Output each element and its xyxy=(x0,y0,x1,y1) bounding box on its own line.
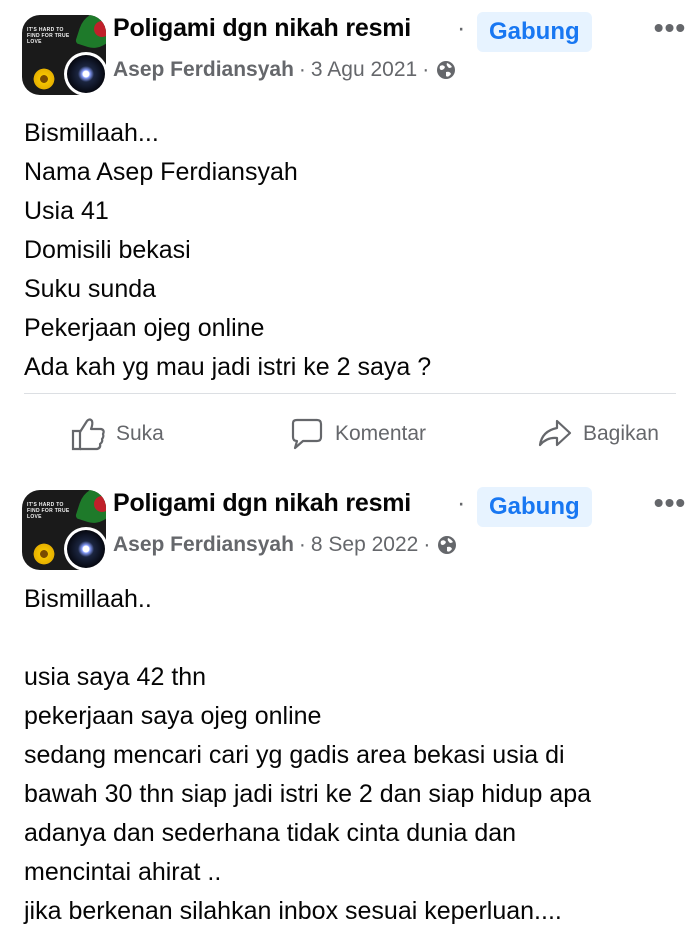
meta-separator: · xyxy=(423,533,431,556)
group-name-link[interactable]: Poligami dgn nikah resmi xyxy=(113,14,411,43)
post-line: Ada kah yg mau jadi istri ke 2 saya ? xyxy=(24,353,432,381)
post-meta: Asep Ferdiansyah · 3 Agu 2021 · xyxy=(113,58,456,82)
post-line: adanya dan sederhana tidak cinta dunia d… xyxy=(24,819,517,847)
flower-graphic xyxy=(32,67,56,91)
join-group-button[interactable]: Gabung xyxy=(477,487,592,527)
post-body: Bismillaah.. usia saya 42 thn pekerjaan … xyxy=(24,580,591,931)
separator-dot: · xyxy=(457,489,466,517)
post-line: Pekerjaan ojeg online xyxy=(24,314,265,342)
post-line: usia saya 42 thn xyxy=(24,663,207,691)
globe-icon xyxy=(437,535,457,555)
comment-button[interactable]: Komentar xyxy=(289,412,426,456)
flower-graphic xyxy=(32,542,56,566)
author-link[interactable]: Asep Ferdiansyah xyxy=(113,58,294,82)
more-options-button[interactable]: ••• xyxy=(648,483,692,523)
post-line: Domisili bekasi xyxy=(24,236,191,264)
thumbs-up-icon xyxy=(71,418,105,451)
rose-graphic xyxy=(94,21,106,37)
meta-separator: · xyxy=(298,533,306,556)
group-name-link[interactable]: Poligami dgn nikah resmi xyxy=(113,489,411,518)
share-icon xyxy=(538,419,572,447)
meta-separator: · xyxy=(422,58,430,81)
rose-graphic xyxy=(94,496,106,512)
author-link[interactable]: Asep Ferdiansyah xyxy=(113,533,294,557)
post-line: Bismillaah... xyxy=(24,119,159,147)
more-options-button[interactable]: ••• xyxy=(648,8,692,48)
post-line: Usia 41 xyxy=(24,197,109,225)
share-label: Bagikan xyxy=(583,422,659,445)
post-line: mencintai ahirat .. xyxy=(24,858,222,886)
post-line: sedang mencari cari yg gadis area bekasi… xyxy=(24,741,565,769)
comment-label: Komentar xyxy=(335,422,427,445)
post-line: pekerjaan saya ojeg online xyxy=(24,702,322,730)
group-avatar-text: IT'S HARD TO FIND FOR TRUE LOVE xyxy=(27,27,70,45)
post-meta: Asep Ferdiansyah · 8 Sep 2022 · xyxy=(113,533,457,557)
user-avatar[interactable] xyxy=(64,52,108,96)
post-card: IT'S HARD TO FIND FOR TRUE LOVE Poligami… xyxy=(0,0,700,451)
post-line: Nama Asep Ferdiansyah xyxy=(24,158,298,186)
post-date-link[interactable]: 3 Agu 2021 xyxy=(311,58,417,82)
post-body: Bismillaah... Nama Asep Ferdiansyah Usia… xyxy=(24,114,431,387)
post-line: bawah 30 thn siap jadi istri ke 2 dan si… xyxy=(24,780,592,808)
like-button[interactable]: Suka xyxy=(70,412,164,456)
post-card: IT'S HARD TO FIND FOR TRUE LOVE Poligami… xyxy=(0,475,700,949)
post-header: IT'S HARD TO FIND FOR TRUE LOVE Poligami… xyxy=(0,0,700,100)
divider xyxy=(24,393,676,394)
post-line: Suku sunda xyxy=(24,275,157,303)
separator-dot: · xyxy=(457,14,466,42)
join-group-button[interactable]: Gabung xyxy=(477,12,592,52)
post-line: jika berkenan silahkan inbox sesuai kepe… xyxy=(24,897,562,925)
user-avatar[interactable] xyxy=(64,527,108,571)
user-avatar-image xyxy=(67,55,105,93)
post-date-link[interactable]: 8 Sep 2022 xyxy=(311,533,418,557)
share-button[interactable]: Bagikan xyxy=(537,412,659,456)
user-avatar-image xyxy=(67,530,105,568)
comment-icon xyxy=(291,418,323,450)
like-label: Suka xyxy=(116,422,164,445)
globe-icon xyxy=(436,60,456,80)
post-actions-bar: Suka Komentar Bagikan xyxy=(0,412,700,456)
post-header: IT'S HARD TO FIND FOR TRUE LOVE Poligami… xyxy=(0,475,700,575)
meta-separator: · xyxy=(298,58,306,81)
post-line: Bismillaah.. xyxy=(24,585,152,613)
group-avatar-text: IT'S HARD TO FIND FOR TRUE LOVE xyxy=(27,502,70,520)
